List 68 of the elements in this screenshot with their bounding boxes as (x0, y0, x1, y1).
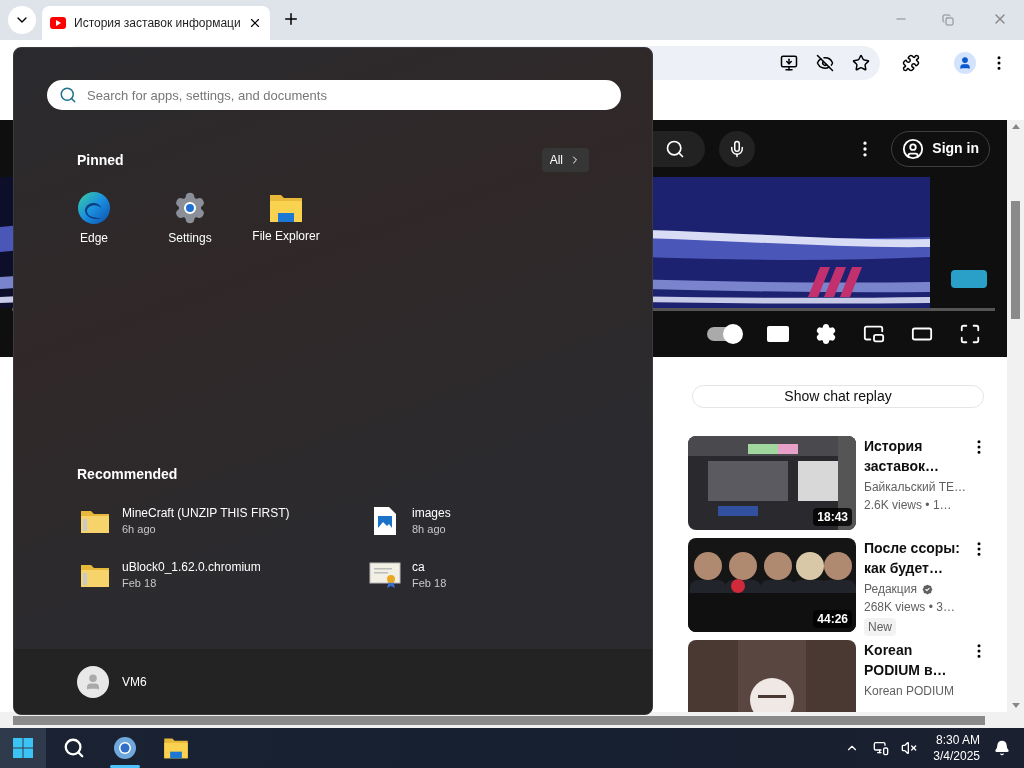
new-tag: New (864, 618, 896, 636)
profile-icon[interactable] (954, 51, 976, 74)
browser-tab[interactable]: История заставок информаци (42, 6, 270, 40)
duration-label: 44:26 (813, 610, 852, 628)
miniplayer-icon[interactable] (863, 323, 885, 345)
recommended-heading: Recommended (77, 465, 179, 484)
image-file-icon (373, 506, 397, 536)
settings-icon[interactable] (815, 323, 837, 345)
file-time: Feb 18 (122, 576, 158, 591)
eye-off-icon[interactable] (816, 53, 834, 72)
vertical-scrollbar[interactable] (1007, 120, 1024, 712)
duration-label: 18:43 (813, 508, 852, 526)
file-time: Feb 18 (412, 576, 447, 591)
folder-icon (163, 737, 189, 759)
close-icon[interactable] (248, 16, 262, 30)
recommended-item[interactable]: images 8h ago (354, 503, 594, 539)
tab-title: История заставок информаци (74, 15, 240, 32)
pinned-heading: Pinned (77, 150, 124, 170)
video-meta: 268K views • 3… (864, 599, 956, 616)
file-time: 8h ago (412, 522, 447, 537)
pinned-app[interactable]: File Explorer (238, 186, 334, 252)
file-time: 6h ago (122, 522, 157, 537)
install-icon[interactable] (780, 53, 798, 72)
clock[interactable]: 8:30 AM 3/4/2025 (933, 732, 980, 764)
video-title[interactable]: История заставок… (864, 436, 970, 476)
pinned-app[interactable]: Settings (142, 186, 238, 252)
star-icon[interactable] (852, 53, 870, 72)
channel-logo-icon (950, 270, 987, 288)
recommended-item[interactable]: MineCraft (UNZIP THIS FIRST) 6h ago (64, 503, 354, 539)
search-icon (59, 86, 77, 104)
user-name[interactable]: VM6 (122, 672, 147, 691)
extensions-icon[interactable] (902, 53, 920, 72)
zip-folder-icon (80, 508, 110, 534)
channel-name[interactable]: Байкальский ТЕ… (864, 478, 967, 496)
file-name: images (412, 505, 451, 521)
notification-icon[interactable] (994, 740, 1010, 756)
video-title[interactable]: Korean PODIUM в… (864, 640, 970, 680)
windows-icon (13, 738, 33, 758)
all-apps-button[interactable]: All (541, 148, 589, 172)
user-icon (902, 137, 925, 160)
video-meta: 2.6K views • 1… (864, 497, 953, 514)
channel-name[interactable]: Korean PODIUM (864, 682, 955, 700)
video-title[interactable]: После ссоры: как будет… (864, 538, 970, 578)
edge-icon (77, 191, 111, 225)
search-icon (63, 737, 85, 759)
recommended-item[interactable]: uBlock0_1.62.0.chromium Feb 18 (64, 557, 354, 593)
file-name: MineCraft (UNZIP THIS FIRST) (122, 505, 290, 521)
file-name: ca (412, 559, 426, 575)
gear-icon (173, 191, 207, 225)
network-icon[interactable] (873, 740, 890, 756)
pinned-app[interactable]: Edge (46, 186, 142, 252)
zip-folder-icon (80, 562, 110, 588)
avatar-icon[interactable] (77, 665, 109, 698)
mute-icon[interactable] (901, 740, 918, 756)
file-name: uBlock0_1.62.0.chromium (122, 559, 261, 575)
play-logo-icon (50, 17, 66, 29)
tab-search-button[interactable] (8, 6, 36, 34)
browser-icon (113, 736, 137, 760)
start-button[interactable] (0, 728, 46, 768)
verified-icon (920, 582, 934, 596)
autoplay-toggle[interactable] (707, 327, 741, 341)
fullscreen-icon[interactable] (959, 323, 981, 345)
folder-icon (269, 193, 303, 223)
new-tab-icon[interactable] (282, 10, 300, 28)
certificate-icon (369, 561, 401, 589)
microphone-icon[interactable] (719, 130, 756, 167)
channel-name[interactable]: Редакция (864, 580, 917, 598)
recommended-item[interactable]: ca Feb 18 (354, 557, 594, 593)
